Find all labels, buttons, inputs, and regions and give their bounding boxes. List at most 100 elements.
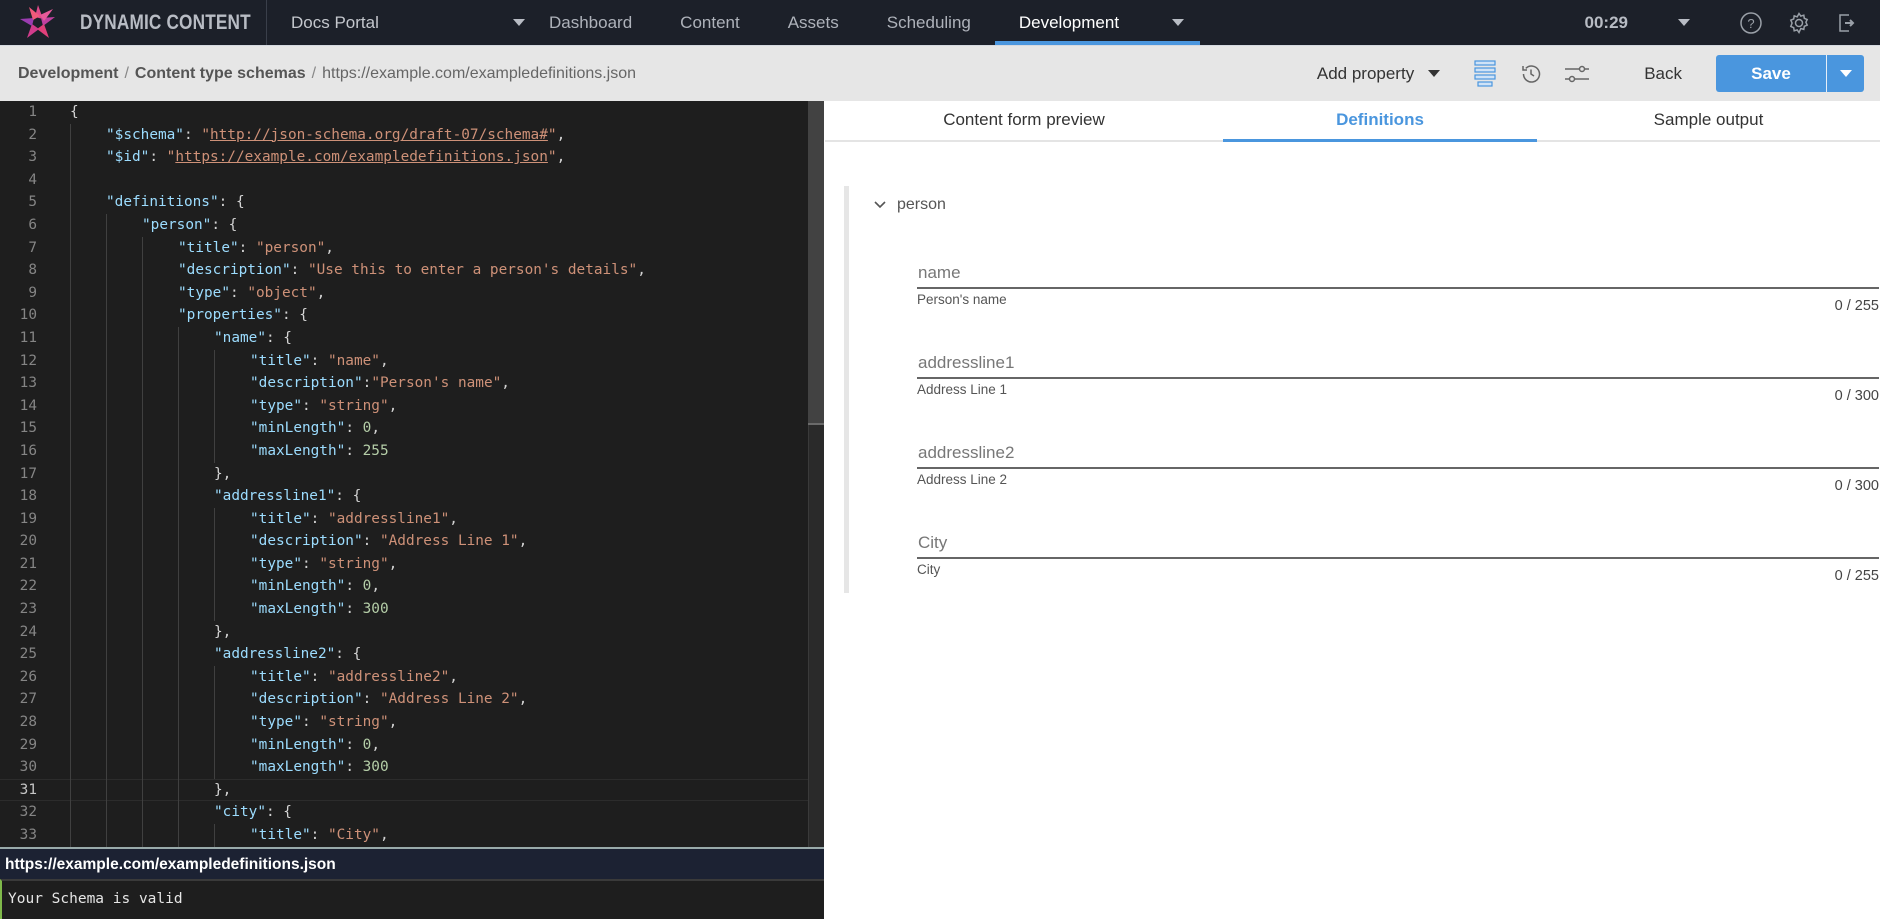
add-property-button[interactable]: Add property: [1317, 64, 1441, 84]
code-line[interactable]: 32 "city": {: [0, 801, 824, 824]
indent-guide: [214, 824, 215, 847]
indent-guide: [106, 756, 107, 779]
indent-guide: [142, 507, 143, 531]
addressline1-input[interactable]: [917, 349, 1879, 379]
dynamic-content-logo-icon[interactable]: [8, 0, 68, 45]
tab-definitions[interactable]: Definitions: [1223, 101, 1537, 142]
code-line[interactable]: 23 "maxLength": 300: [0, 598, 824, 621]
indent-guide: [70, 778, 71, 802]
code-line[interactable]: 22 "minLength": 0,: [0, 575, 824, 599]
breadcrumb-current: https://example.com/exampledefinitions.j…: [322, 64, 637, 82]
settings-sliders-icon[interactable]: [1562, 59, 1592, 89]
nav-dashboard[interactable]: Dashboard: [525, 0, 656, 45]
nav-content[interactable]: Content: [656, 0, 764, 45]
chevron-down-icon[interactable]: [1171, 19, 1184, 26]
code-line[interactable]: 8 "description": "Use this to enter a per…: [0, 259, 824, 282]
field-description: Address Line 2: [917, 472, 1008, 487]
indent-guide: [70, 824, 71, 847]
code-line[interactable]: 29 "minLength": 0,: [0, 733, 824, 757]
line-number: 30: [19, 759, 37, 776]
save-options-button[interactable]: [1826, 55, 1864, 92]
hub-selector[interactable]: Docs Portal: [267, 13, 525, 33]
code-line[interactable]: 11 "name": {: [0, 326, 824, 350]
indent-guide: [142, 824, 143, 847]
tab-content-form-preview[interactable]: Content form preview: [825, 101, 1223, 140]
save-button[interactable]: Save: [1716, 55, 1826, 92]
name-input[interactable]: [917, 259, 1879, 289]
indent-guide: [106, 485, 107, 508]
nav-development[interactable]: Development: [994, 0, 1200, 45]
code-token: "Address Line 2": [379, 691, 519, 708]
code-line[interactable]: 2 "$schema": "http://json-schema.org/draf…: [0, 123, 824, 147]
code-line[interactable]: 4: [0, 168, 824, 192]
code-line[interactable]: 17},: [0, 462, 824, 486]
code-token: ,: [449, 510, 458, 527]
code-line[interactable]: 12 "title": "name",: [0, 349, 824, 373]
code-line[interactable]: 16 "maxLength": 255: [0, 439, 824, 463]
code-line[interactable]: 30 "maxLength": 300: [0, 756, 824, 779]
top-right-controls: 00:29 ?: [1585, 0, 1880, 45]
indent-guide: [70, 394, 71, 418]
addressline2-input[interactable]: [917, 439, 1879, 469]
code-line[interactable]: 3 "$id": "https://example.com/exampledefi…: [0, 146, 824, 169]
format-code-icon[interactable]: [1470, 59, 1500, 89]
nav-label: Assets: [787, 12, 839, 32]
line-number: 7: [28, 239, 37, 256]
code-line[interactable]: 26 "title": "addressline2",: [0, 665, 824, 689]
code-text: "minLength": 0,: [250, 575, 380, 598]
indent-guide: [70, 733, 71, 757]
code-line[interactable]: 14 "type": "string",: [0, 394, 824, 418]
indent-guide: [106, 598, 107, 621]
indent-guide: [142, 394, 143, 418]
history-icon[interactable]: [1516, 59, 1546, 89]
code-line[interactable]: 24},: [0, 620, 824, 644]
indent-guide: [70, 146, 71, 169]
main-nav: Dashboard Content Assets Scheduling Deve…: [525, 0, 1200, 45]
code-line[interactable]: 9 "type": "object",: [0, 281, 824, 305]
code-line[interactable]: 15 "minLength": 0,: [0, 417, 824, 440]
code-line[interactable]: 20 "description": "Address Line 1",: [0, 530, 824, 553]
code-token: "maxLength": [250, 442, 346, 459]
code-line[interactable]: 31},: [0, 778, 824, 802]
code-line[interactable]: 27 "description": "Address Line 2",: [0, 688, 824, 712]
code-line[interactable]: 10 "properties": {: [0, 304, 824, 327]
line-number: 17: [19, 465, 37, 482]
settings-icon[interactable]: [1786, 10, 1812, 36]
nav-scheduling[interactable]: Scheduling: [863, 0, 995, 45]
code-line[interactable]: 33 "title": "City",: [0, 824, 824, 847]
nav-assets[interactable]: Assets: [764, 0, 863, 45]
code-line[interactable]: 7 "title": "person",: [0, 236, 824, 260]
code-token: "Person's name": [371, 375, 502, 392]
indent-guide: [70, 213, 71, 237]
indent-guide: [142, 326, 143, 350]
indent-guide: [70, 507, 71, 531]
code-token: : {: [265, 804, 292, 821]
code-line[interactable]: 28 "type": "string",: [0, 711, 824, 734]
city-input[interactable]: [917, 529, 1879, 559]
code-line[interactable]: 6 "person": {: [0, 213, 824, 237]
tab-sample-output[interactable]: Sample output: [1537, 101, 1880, 140]
code-line[interactable]: 1{: [0, 101, 824, 124]
breadcrumb-content-type-schemas[interactable]: Content type schemas: [135, 65, 306, 83]
back-button[interactable]: Back: [1644, 64, 1682, 84]
help-icon[interactable]: ?: [1738, 10, 1764, 36]
definition-toggle[interactable]: person: [873, 196, 946, 214]
json-schema-editor[interactable]: 1{2 "$schema": "http://json-schema.org/dr…: [0, 101, 824, 847]
code-text: "description": "Use this to enter a pers…: [178, 259, 646, 282]
indent-guide: [106, 349, 107, 373]
editor-scrollbar-thumb[interactable]: [808, 101, 824, 425]
code-line[interactable]: 18 "addressline1": {: [0, 485, 824, 508]
logout-icon[interactable]: [1834, 10, 1860, 36]
timer-dropdown-icon[interactable]: [1678, 19, 1690, 26]
code-token: ,: [501, 375, 510, 392]
breadcrumb-development[interactable]: Development: [18, 65, 118, 83]
code-line[interactable]: 21 "type": "string",: [0, 552, 824, 576]
code-line[interactable]: 25 "addressline2": {: [0, 643, 824, 666]
code-line[interactable]: 13 "description":"Person's name",: [0, 372, 824, 395]
indent-guide: [142, 259, 143, 282]
code-line[interactable]: 19 "title": "addressline1",: [0, 507, 824, 531]
code-token: ,: [316, 284, 326, 301]
code-line[interactable]: 5 "definitions": {: [0, 191, 824, 214]
field-city: City 0 / 255: [917, 529, 1879, 584]
editor-scrollbar[interactable]: [808, 101, 824, 847]
